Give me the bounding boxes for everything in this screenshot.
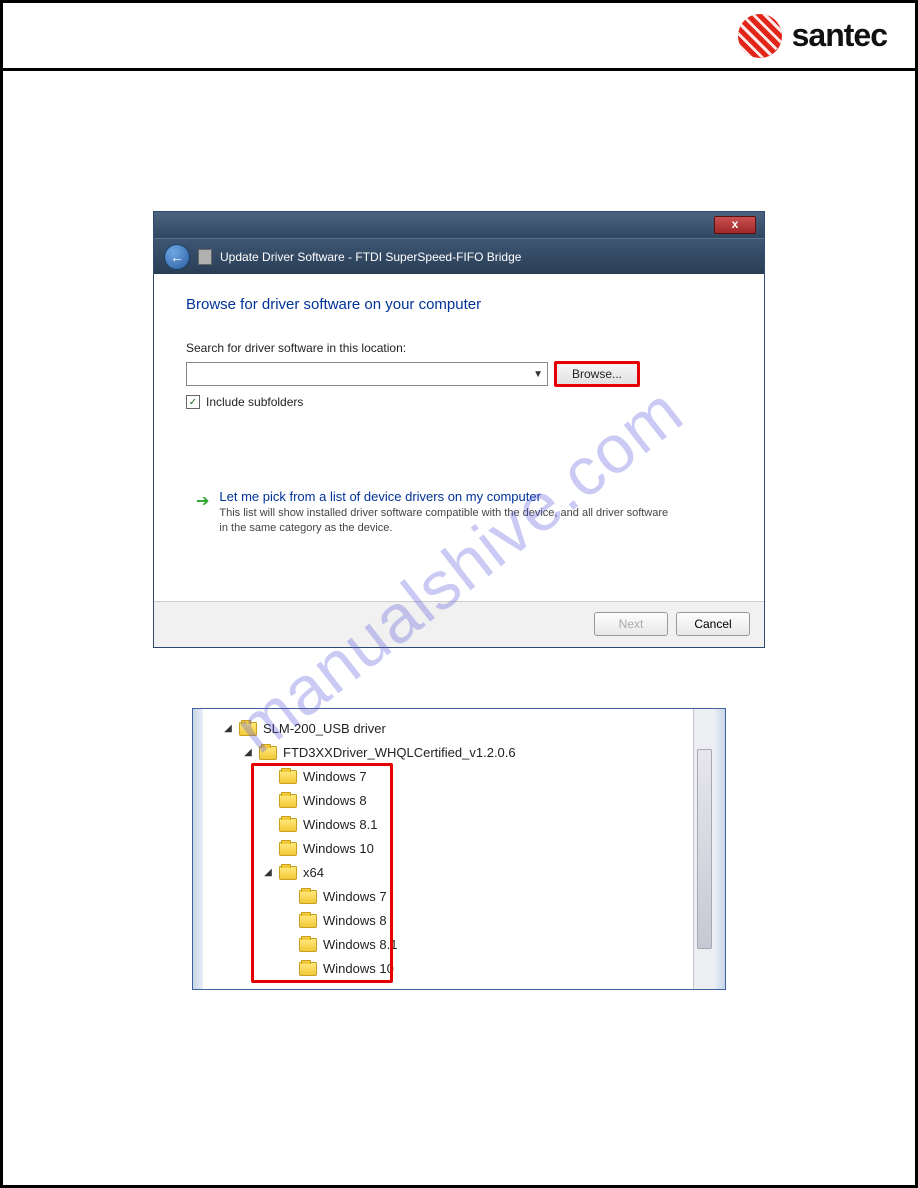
cancel-button[interactable]: Cancel [676,612,750,636]
folder-label: Windows 7 [323,889,387,904]
close-icon: x [732,217,739,231]
close-button[interactable]: x [714,216,756,234]
checkmark-icon: ✓ [189,397,197,408]
right-gutter [715,709,725,989]
folder-icon [239,722,257,736]
browse-button-label: Browse... [572,367,622,381]
tree-row[interactable]: Windows 8 [209,909,687,933]
brand-name: santec [792,17,887,54]
folder-tree: ◢ SLM-200_USB driver ◢ FTD3XXDriver_WHQL… [203,709,693,989]
page-content: manualshive.com x ← Update Driver Softwa… [3,71,915,990]
chevron-down-icon: ▼ [533,369,543,380]
next-button[interactable]: Next [594,612,668,636]
device-icon [198,249,212,265]
back-arrow-icon: ← [170,249,184,265]
collapse-icon[interactable]: ◢ [243,747,253,758]
dialog-body: Browse for driver software on your compu… [154,274,764,601]
tree-row-x64[interactable]: ◢ x64 [209,861,687,885]
tree-row[interactable]: Windows 10 [209,957,687,981]
scrollbar-thumb[interactable] [697,749,712,949]
folder-label: Windows 7 [303,769,367,784]
folder-label: FTD3XXDriver_WHQLCertified_v1.2.0.6 [283,745,516,760]
dialog-title: Update Driver Software - FTDI SuperSpeed… [220,250,521,264]
folder-icon [299,962,317,976]
browse-button[interactable]: Browse... [554,361,640,387]
folder-icon [279,866,297,880]
tree-row[interactable]: Windows 10 [209,837,687,861]
folder-label: Windows 8 [323,913,387,928]
folder-label: Windows 8 [303,793,367,808]
dialog-footer: Next Cancel [154,601,764,647]
search-location-label: Search for driver software in this locat… [186,341,732,355]
folder-icon [259,746,277,760]
include-subfolders-checkbox[interactable]: ✓ [186,395,200,409]
dialog-heading: Browse for driver software on your compu… [186,296,732,313]
folder-icon [299,938,317,952]
next-button-label: Next [619,617,644,631]
folder-label: SLM-200_USB driver [263,721,386,736]
window-titlebar: ← Update Driver Software - FTDI SuperSpe… [154,238,764,274]
tree-row-driver[interactable]: ◢ FTD3XXDriver_WHQLCertified_v1.2.0.6 [209,741,687,765]
folder-icon [279,770,297,784]
folder-label: Windows 10 [303,841,374,856]
pick-text-block: Let me pick from a list of device driver… [219,489,679,537]
folder-icon [279,818,297,832]
tree-row[interactable]: Windows 7 [209,885,687,909]
include-subfolders-label: Include subfolders [206,395,303,409]
tree-row[interactable]: Windows 7 [209,765,687,789]
folder-label: x64 [303,865,324,880]
folder-icon [279,842,297,856]
location-combobox[interactable]: ▼ [186,362,548,386]
tree-row[interactable]: Windows 8.1 [209,813,687,837]
back-button[interactable]: ← [164,244,190,270]
folder-icon [299,890,317,904]
tree-row[interactable]: Windows 8.1 [209,933,687,957]
left-gutter [193,709,203,989]
tree-row-root[interactable]: ◢ SLM-200_USB driver [209,717,687,741]
santec-logo-icon [738,14,782,58]
search-row: ▼ Browse... [186,361,732,387]
update-driver-dialog: x ← Update Driver Software - FTDI SuperS… [153,211,765,648]
page-header: santec [3,3,915,71]
document-page: santec manualshive.com x ← Update Driver… [0,0,918,1188]
folder-tree-panel: ◢ SLM-200_USB driver ◢ FTD3XXDriver_WHQL… [192,708,726,990]
folder-label: Windows 10 [323,961,394,976]
cancel-button-label: Cancel [694,617,731,631]
arrow-right-icon: ➔ [196,491,209,537]
folder-label: Windows 8.1 [303,817,377,832]
pick-from-list-title: Let me pick from a list of device driver… [219,489,679,504]
folder-icon [299,914,317,928]
include-subfolders-row[interactable]: ✓ Include subfolders [186,395,732,409]
window-titlebar-top: x [154,212,764,238]
tree-row[interactable]: Windows 8 [209,789,687,813]
collapse-icon[interactable]: ◢ [263,867,273,878]
pick-from-list-link[interactable]: ➔ Let me pick from a list of device driv… [186,489,732,537]
folder-label: Windows 8.1 [323,937,397,952]
folder-icon [279,794,297,808]
scrollbar[interactable] [693,709,715,989]
pick-from-list-description: This list will show installed driver sof… [219,506,679,537]
collapse-icon[interactable]: ◢ [223,723,233,734]
